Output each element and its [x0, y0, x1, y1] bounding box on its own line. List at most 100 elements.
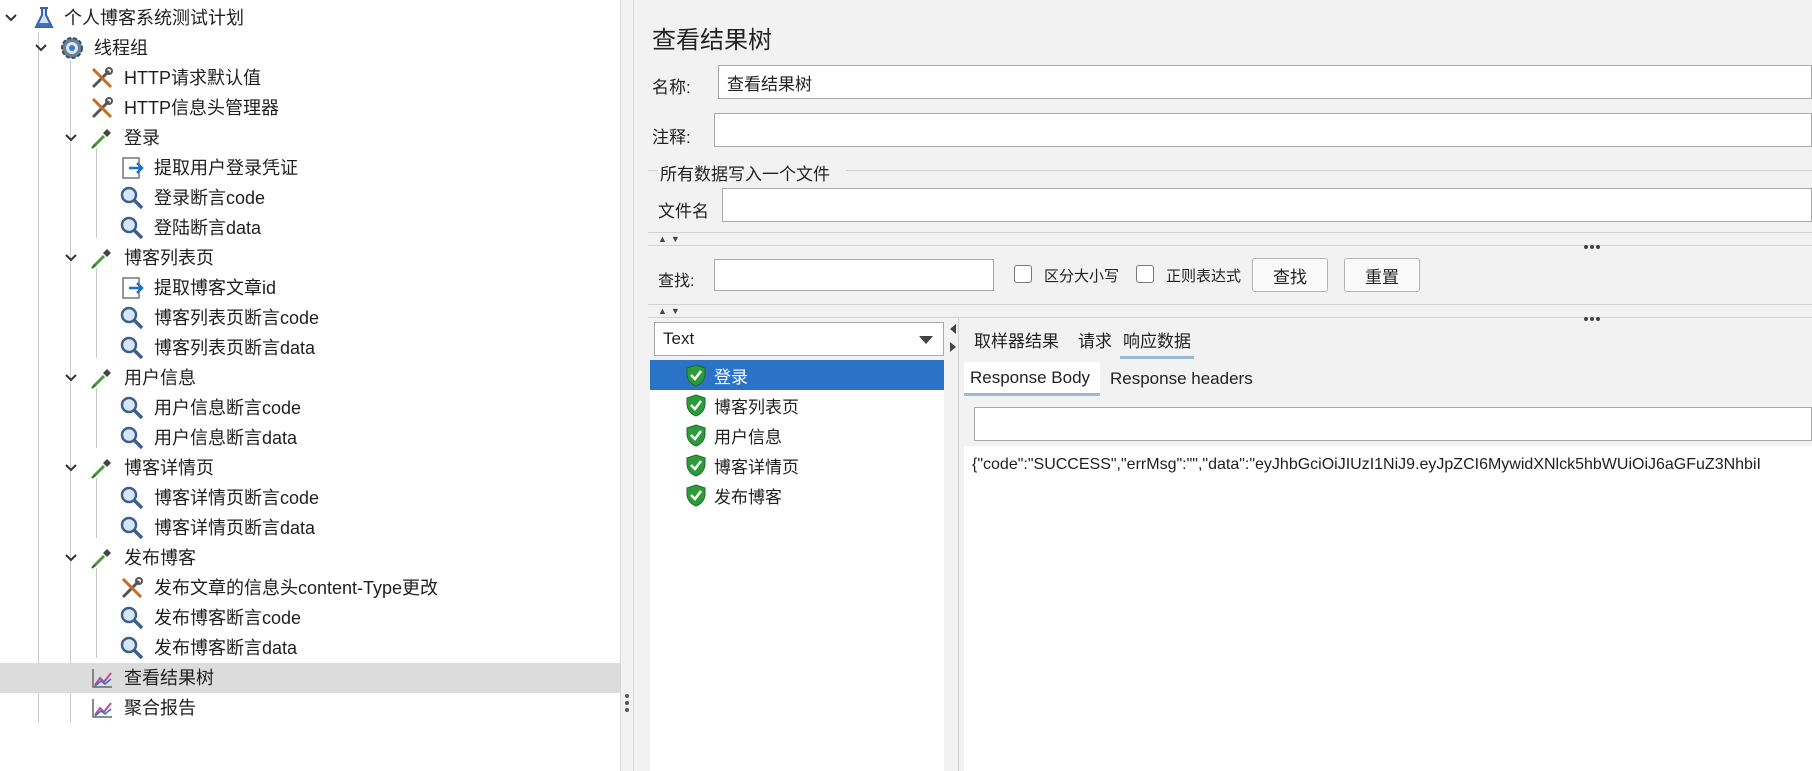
tab-request[interactable]: 请求 [1078, 322, 1112, 356]
collapse-right-icon[interactable] [950, 342, 956, 352]
tree-item-publish-assert-data[interactable]: 发布博客断言data [0, 633, 620, 663]
tree-item-login[interactable]: 登录 [0, 123, 620, 153]
tree-item-http-defaults[interactable]: HTTP请求默认值 [0, 63, 620, 93]
magnifier-icon [118, 484, 146, 512]
tree-item-view-results-tree[interactable]: 查看结果树 [0, 663, 620, 693]
magnifier-icon [118, 424, 146, 452]
magnifier-icon [118, 334, 146, 362]
tree-item-blog-list[interactable]: 博客列表页 [0, 243, 620, 273]
tree-item-extract-login[interactable]: 提取用户登录凭证 [0, 153, 620, 183]
tree-item-publish-assert-code[interactable]: 发布博客断言code [0, 603, 620, 633]
collapse-arrows-icon[interactable]: ▲▼ [658, 306, 684, 316]
tree-item-login-assert-data[interactable]: 登陆断言data [0, 213, 620, 243]
chevron-down-icon[interactable] [34, 41, 48, 55]
tree-item-header-manager[interactable]: HTTP信息头管理器 [0, 93, 620, 123]
wrench-icon [118, 574, 146, 602]
tree-item-label: 登录 [124, 128, 160, 148]
tab-sampler-result[interactable]: 取样器结果 [974, 322, 1059, 356]
tree-item-label: 发布博客 [124, 548, 196, 568]
group-border [648, 170, 658, 171]
result-label: 发布博客 [714, 487, 782, 507]
tree-item-publish-blog[interactable]: 发布博客 [0, 543, 620, 573]
tree-item-label: 用户信息 [124, 368, 196, 388]
tree-item-label: 登陆断言data [154, 218, 262, 238]
extractor-icon [118, 274, 146, 302]
split-divider[interactable]: ▲▼ [648, 304, 1812, 321]
tree-item-blog-list-assert-code[interactable]: 博客列表页断言code [0, 303, 620, 333]
tree-item-label: 聚合报告 [124, 698, 196, 718]
magnifier-icon [118, 604, 146, 632]
pipette-icon [88, 124, 116, 152]
regex-label: 正则表达式 [1166, 268, 1242, 285]
collapse-arrows-icon[interactable]: ▲▼ [658, 234, 684, 244]
results-splitter[interactable] [948, 318, 959, 771]
file-group-label: 所有数据写入一个文件 [660, 165, 830, 184]
subtab-response-headers[interactable]: Response headers [1110, 362, 1253, 396]
regex-checkbox[interactable] [1136, 265, 1154, 283]
chevron-down-icon[interactable] [64, 551, 78, 565]
tree-item-user-info[interactable]: 用户信息 [0, 363, 620, 393]
success-shield-icon [686, 364, 706, 387]
result-item[interactable]: 用户信息 [650, 420, 944, 450]
tree-item-login-assert-code[interactable]: 登录断言code [0, 183, 620, 213]
chevron-down-icon[interactable] [64, 461, 78, 475]
sample-results-list: 登录 博客列表页 用户信息 博客详情页 发布博客 [650, 360, 944, 771]
tree-item-blog-detail-assert-code[interactable]: 博客详情页断言code [0, 483, 620, 513]
divider-grip-icon [1584, 308, 1602, 326]
pipette-icon [88, 454, 116, 482]
tree-item-user-info-assert-data[interactable]: 用户信息断言data [0, 423, 620, 453]
chevron-down-icon[interactable] [4, 11, 18, 25]
comment-field[interactable] [714, 113, 1812, 147]
result-item[interactable]: 发布博客 [650, 480, 944, 510]
tree-item-blog-list-assert-data[interactable]: 博客列表页断言data [0, 333, 620, 363]
magnifier-icon [118, 184, 146, 212]
tree-item-test-plan[interactable]: 个人博客系统测试计划 [0, 3, 620, 33]
renderer-select[interactable]: Text [654, 322, 944, 356]
comment-label: 注释: [652, 128, 691, 147]
tree-item-label: 发布博客断言data [154, 638, 298, 658]
result-item[interactable]: 登录 [650, 360, 944, 390]
tab-response-data[interactable]: 响应数据 [1120, 322, 1194, 359]
collapse-left-icon[interactable] [950, 324, 956, 334]
tree-item-extract-blog-id[interactable]: 提取博客文章id [0, 273, 620, 303]
wrench-icon [88, 94, 116, 122]
magnifier-icon [118, 304, 146, 332]
case-sensitive-checkbox[interactable] [1014, 265, 1032, 283]
tree-item-label: 查看结果树 [124, 668, 214, 688]
result-label: 博客列表页 [714, 397, 799, 417]
find-button[interactable]: 查找 [1252, 258, 1328, 292]
renderer-selected: Text [663, 329, 695, 348]
pipette-icon [88, 244, 116, 272]
result-item[interactable]: 博客详情页 [650, 450, 944, 480]
tree-item-aggregate-report[interactable]: 聚合报告 [0, 693, 620, 723]
tree-item-publish-header[interactable]: 发布文章的信息头content-Type更改 [0, 573, 620, 603]
name-label: 名称: [652, 78, 691, 97]
reset-button[interactable]: 重置 [1344, 258, 1420, 292]
subtab-response-body[interactable]: Response Body [964, 362, 1100, 396]
split-divider[interactable]: ▲▼ [648, 232, 1812, 249]
view-results-tree-panel: 查看结果树 名称: 查看结果树 注释: 所有数据写入一个文件 文件名 ▲▼ 查找… [634, 0, 1812, 771]
result-label: 用户信息 [714, 427, 782, 447]
response-search-input[interactable] [974, 407, 1812, 441]
result-item[interactable]: 博客列表页 [650, 390, 944, 420]
chevron-down-icon[interactable] [64, 131, 78, 145]
main-splitter[interactable] [620, 0, 634, 771]
tree-item-label: 发布博客断言code [154, 608, 302, 628]
tree-item-label: HTTP请求默认值 [124, 68, 261, 88]
magnifier-icon [118, 394, 146, 422]
name-field[interactable]: 查看结果树 [718, 65, 1812, 99]
chevron-down-icon[interactable] [64, 251, 78, 265]
filename-field[interactable] [722, 188, 1812, 222]
chevron-down-icon[interactable] [64, 371, 78, 385]
tree-item-user-info-assert-code[interactable]: 用户信息断言code [0, 393, 620, 423]
group-border [846, 170, 1812, 171]
case-sensitive-label: 区分大小写 [1044, 268, 1120, 285]
magnifier-icon [118, 634, 146, 662]
search-input[interactable] [714, 259, 994, 291]
tree-item-thread-group[interactable]: 线程组 [0, 33, 620, 63]
graph-icon [88, 664, 116, 692]
tree-item-blog-detail-assert-data[interactable]: 博客详情页断言data [0, 513, 620, 543]
tree-item-blog-detail[interactable]: 博客详情页 [0, 453, 620, 483]
response-body-area[interactable]: {"code":"SUCCESS","errMsg":"","data":"ey… [964, 446, 1812, 771]
success-shield-icon [686, 394, 706, 417]
